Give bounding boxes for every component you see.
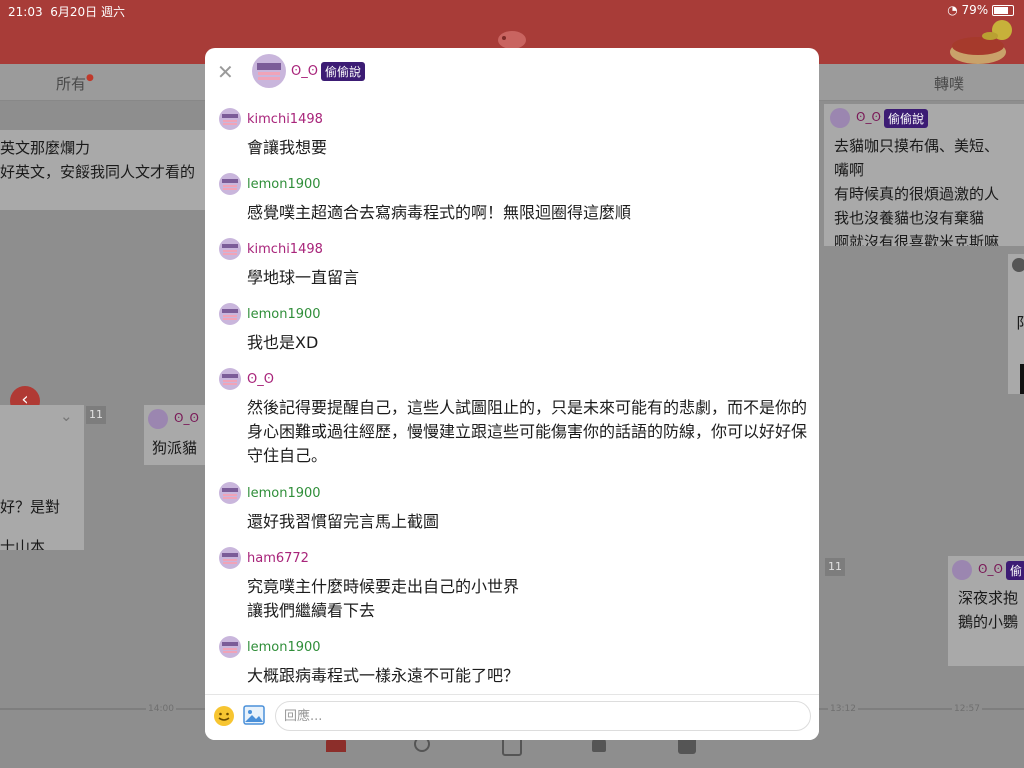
comment-user[interactable]: kimchi1498 — [247, 242, 323, 257]
comment-user[interactable]: kimchi1498 — [247, 112, 323, 127]
user-name: ʘ_ʘ — [856, 110, 881, 124]
avatar — [219, 108, 241, 130]
emoji-icon[interactable] — [213, 705, 235, 727]
comment-text: 我也是XD — [247, 333, 319, 352]
card-text: 啊就沒有很喜歡米克斯嘛 — [834, 233, 1000, 246]
home-icon[interactable] — [326, 738, 346, 752]
tab-replurk[interactable]: 轉噗 — [934, 73, 964, 94]
image-icon[interactable] — [243, 705, 265, 725]
plurk-logo-icon — [498, 31, 526, 49]
avatar — [219, 303, 241, 325]
close-icon[interactable]: ✕ — [217, 60, 234, 84]
avatar — [219, 368, 241, 390]
comment-user[interactable]: lemon1900 — [247, 486, 321, 501]
owner-name: ʘ_ʘ — [291, 64, 318, 79]
status-time-date: 21:03 6月20日 週六 — [8, 5, 125, 19]
comment-user[interactable]: lemon1900 — [247, 177, 321, 192]
avatar — [219, 482, 241, 504]
plurk-card-mid-left[interactable]: ʘ_ʘ 狗派貓 — [144, 405, 206, 465]
reply-bar: 回應... — [205, 694, 819, 740]
card-text: 鵝的小鸚 — [958, 613, 1019, 631]
card-text: 深夜求抱 — [958, 589, 1019, 607]
avatar — [219, 173, 241, 195]
user-name: ʘ_ʘ — [978, 562, 1003, 576]
card-text: 阝 — [1016, 314, 1024, 332]
plurk-card-right-edge[interactable]: 阝 — [1008, 254, 1024, 394]
response-count-badge: 11 — [825, 558, 845, 576]
avatar — [252, 54, 286, 88]
mascot-cup-icon — [950, 20, 1012, 64]
dark-block — [1020, 364, 1024, 394]
secret-badge: 偷偷說 — [321, 62, 366, 81]
card-text: 好？是對 — [0, 498, 61, 516]
comment-text: 學地球一直留言 — [247, 268, 360, 287]
comment-text: 會讓我想要 — [247, 138, 328, 157]
status-right: ◔ 79% — [947, 3, 1014, 17]
comment-text: 感覺噗主超適合去寫病毒程式的啊！無限迴圈得這麼順 — [247, 203, 632, 222]
user-name: ʘ_ʘ — [174, 411, 199, 425]
card-text: 狗派貓 — [152, 439, 198, 457]
comment-user[interactable]: ham6772 — [247, 551, 309, 566]
comment-text: 還好我習慣留完言馬上截圖 — [247, 512, 440, 531]
comment-text: 然後記得要提醒自己，這些人試圖阻止的，只是未來可能有的悲劇，而不是你的身心困難或… — [247, 398, 808, 465]
plurk-response-dialog: ✕ ʘ_ʘ 偷偷說 kimchi1498 會讓我想要 lemon1900 感覺噗… — [205, 48, 819, 740]
comment-text: 究竟噗主什麼時候要走出自己的小世界 讓我們繼續看下去 — [247, 577, 520, 620]
battery-percent: 79% — [961, 3, 989, 17]
status-bar: 21:03 6月20日 週六 ◔ 79% — [0, 0, 1024, 20]
comment-user[interactable]: lemon1900 — [247, 640, 321, 655]
card-text: 好英文，安餒我同人文才看的 — [0, 163, 196, 181]
plurk-card-right-top[interactable]: ʘ_ʘ 偷偷說 去貓咖只摸布偶、美短、 嘴啊 有時候真的很煩過激的人 我也沒養貓… — [824, 104, 1024, 246]
battery-icon — [992, 5, 1014, 16]
comment-text: 大概跟病毒程式一樣永遠不可能了吧？ — [247, 666, 520, 685]
card-text: 士山本 — [0, 538, 46, 550]
chevron-down-icon[interactable]: ⌄ — [60, 407, 73, 425]
avatar — [219, 636, 241, 658]
response-count-badge: 11 — [86, 406, 106, 424]
wifi-icon: ◔ — [947, 3, 958, 17]
plurk-card-right-mid[interactable]: ʘ_ʘ 偷 深夜求抱 鵝的小鸚 — [948, 556, 1024, 666]
card-text: 英文那麼爛力 — [0, 139, 91, 157]
avatar — [1012, 258, 1024, 272]
card-text: 嘴啊 — [834, 161, 865, 179]
secret-badge: 偷 — [1006, 561, 1024, 580]
comment-user[interactable]: lemon1900 — [247, 307, 321, 322]
avatar — [219, 238, 241, 260]
avatar — [952, 560, 972, 580]
plurk-card-left-top[interactable]: 英文那麼爛力 好英文，安餒我同人文才看的 — [0, 130, 205, 210]
tab-all[interactable]: 所有● — [56, 73, 94, 94]
card-text: 有時候真的很煩過激的人 — [834, 185, 1000, 203]
card-text: 我也沒養貓也沒有棄貓 — [834, 209, 985, 227]
avatar — [219, 547, 241, 569]
avatar — [148, 409, 168, 429]
avatar — [830, 108, 850, 128]
card-text: 去貓咖只摸布偶、美短、 — [834, 137, 1000, 155]
plurk-card-left-mid[interactable]: ⌄ 好？是對 士山本 — [0, 405, 84, 550]
comment-user[interactable]: ʘ_ʘ — [247, 372, 274, 387]
secret-badge: 偷偷說 — [884, 109, 929, 128]
reply-input[interactable]: 回應... — [275, 701, 811, 731]
